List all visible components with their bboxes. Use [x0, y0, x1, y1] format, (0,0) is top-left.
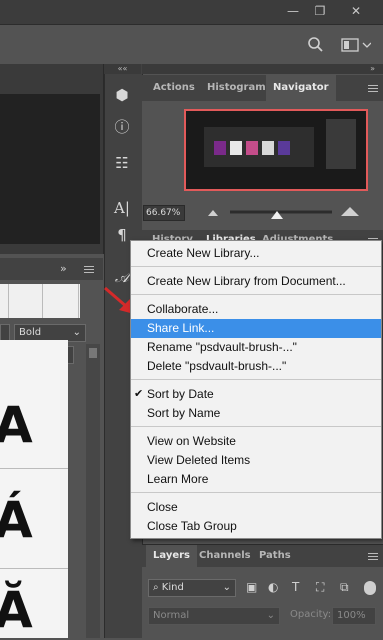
close-icon[interactable]: ✕ — [346, 3, 366, 19]
tab-actions[interactable]: Actions — [146, 75, 202, 101]
opacity-value: 100% — [337, 610, 366, 621]
menu-item-create-new-library[interactable]: Create New Library... — [131, 244, 381, 263]
zoom-out-icon — [208, 210, 218, 216]
options-bar — [0, 24, 383, 65]
zoom-slider[interactable] — [204, 205, 369, 221]
menu-separator — [131, 492, 381, 493]
blend-mode-value: Normal — [153, 610, 190, 621]
zoom-in-icon — [341, 207, 359, 216]
menu-item-view-deleted-items[interactable]: View Deleted Items — [131, 451, 381, 470]
tab-layers[interactable]: Layers — [146, 545, 197, 567]
chevron-down-icon: ⌄ — [266, 610, 275, 621]
glyph-cell[interactable]: Á — [0, 490, 68, 550]
menu-item-view-on-website[interactable]: View on Website — [131, 432, 381, 451]
chevron-down-icon: ⌄ — [72, 327, 81, 338]
smart-object-filter-icon[interactable]: ⧉ — [340, 580, 349, 595]
layer-filter-value: Kind — [161, 582, 184, 593]
tab-histogram[interactable]: Histogram — [200, 75, 273, 101]
tab-paths[interactable]: Paths — [252, 545, 298, 567]
menu-item-sort-by-date[interactable]: ✔ Sort by Date — [131, 385, 381, 404]
menu-item-rename[interactable]: Rename "psdvault-brush-..." — [131, 338, 381, 357]
navigator-panel-tabs: Actions Histogram Navigator — [142, 75, 383, 102]
chevron-down-icon: ⌄ — [222, 582, 231, 593]
3d-icon[interactable]: ⬢ — [110, 84, 134, 106]
glyphs-menu-icon[interactable] — [84, 266, 94, 267]
tab-channels[interactable]: Channels — [192, 545, 258, 567]
libraries-menu-icon[interactable] — [368, 238, 378, 239]
zoom-input[interactable]: 66.67% — [143, 205, 185, 221]
adjustment-filter-icon[interactable]: ◐ — [268, 580, 278, 594]
menu-item-learn-more[interactable]: Learn More — [131, 470, 381, 489]
menu-separator — [131, 426, 381, 427]
checkmark-icon: ✔ — [134, 388, 144, 400]
scrollbar-thumb[interactable] — [89, 348, 97, 358]
document-canvas[interactable] — [0, 94, 100, 244]
glyph-cell[interactable]: Ă — [0, 580, 68, 640]
properties-icon[interactable]: ☷ — [110, 152, 134, 174]
libraries-context-menu: Create New Library... Create New Library… — [130, 240, 382, 539]
menu-item-create-library-from-document[interactable]: Create New Library from Document... — [131, 272, 381, 291]
character-icon[interactable]: A| — [110, 197, 134, 219]
panel-expand-button[interactable]: » — [370, 64, 375, 74]
menu-separator — [131, 266, 381, 267]
menu-separator — [131, 294, 381, 295]
recent-glyphs-row — [0, 284, 80, 318]
menu-item-sort-by-name[interactable]: Sort by Name — [131, 404, 381, 423]
document-window — [0, 64, 104, 254]
layer-filter-select[interactable]: ⌕ Kind ⌄ — [148, 579, 236, 597]
workspace-icon[interactable] — [341, 37, 371, 53]
opacity-input[interactable]: 100% — [332, 607, 376, 625]
info-icon[interactable]: ⓘ — [110, 116, 134, 138]
restore-icon[interactable]: ❐ — [310, 3, 330, 19]
filter-toggle-icon[interactable] — [364, 581, 376, 595]
font-style-value: Bold — [19, 327, 42, 338]
minimize-icon[interactable]: — — [283, 3, 303, 19]
menu-item-close-tab-group[interactable]: Close Tab Group — [131, 517, 381, 536]
search-icon[interactable] — [306, 36, 324, 54]
type-filter-icon[interactable]: T — [292, 580, 299, 594]
glyph-grid: A Á Ă — [0, 340, 68, 640]
search-icon: ⌕ — [153, 582, 159, 593]
blend-mode-select[interactable]: Normal ⌄ — [148, 607, 280, 625]
tab-navigator[interactable]: Navigator — [266, 75, 336, 101]
glyphs-panel-header: » — [0, 258, 103, 280]
opacity-label: Opacity: — [290, 609, 332, 620]
glyphs-expand-button[interactable]: » — [60, 262, 67, 275]
layers-menu-icon[interactable] — [368, 553, 378, 554]
menu-separator — [131, 379, 381, 380]
shape-filter-icon[interactable]: ⛶ — [316, 580, 324, 595]
glyph-scrollbar[interactable] — [86, 344, 100, 638]
navigator-preview-image — [186, 111, 366, 189]
menu-item-delete[interactable]: Delete "psdvault-brush-..." — [131, 357, 381, 376]
layers-panel: Layers Channels Paths ⌕ Kind ⌄ ▣ ◐ T ⛶ ⧉… — [142, 544, 383, 639]
navigator-preview[interactable] — [184, 109, 368, 191]
glyph-cell[interactable]: A — [0, 395, 68, 455]
image-filter-icon[interactable]: ▣ — [246, 580, 257, 594]
panel-strip: » — [142, 64, 383, 74]
menu-item-close[interactable]: Close — [131, 498, 381, 517]
panel-menu-icon[interactable] — [368, 85, 378, 86]
menu-item-share-link[interactable]: Share Link... — [131, 319, 381, 338]
layers-panel-tabs: Layers Channels Paths — [142, 545, 383, 567]
dock-collapse-button[interactable]: «« — [104, 64, 141, 74]
menu-item-collaborate[interactable]: Collaborate... — [131, 300, 381, 319]
